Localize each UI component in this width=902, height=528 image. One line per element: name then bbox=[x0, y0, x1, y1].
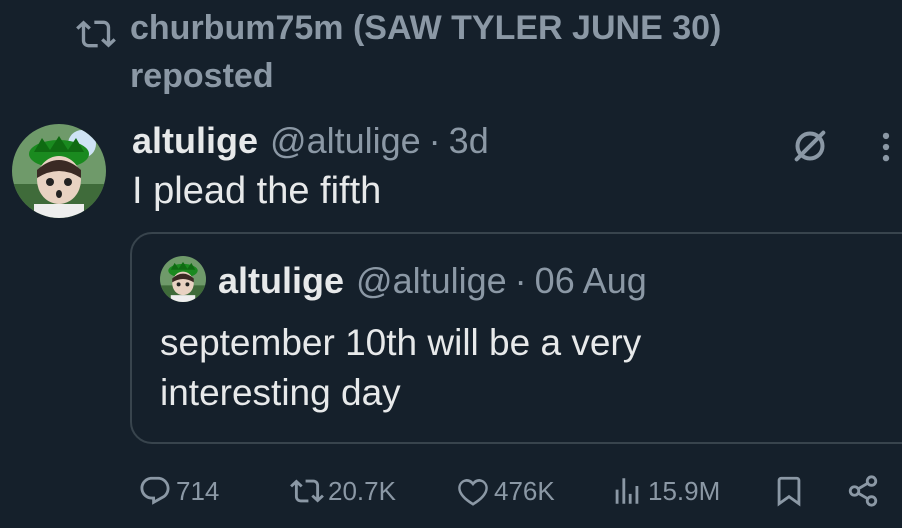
views-button[interactable]: 15.9M bbox=[610, 474, 720, 508]
view-count: 15.9M bbox=[648, 475, 721, 506]
more-icon[interactable] bbox=[872, 128, 900, 166]
views-icon bbox=[615, 478, 639, 504]
repost-count: 20.7K bbox=[328, 475, 396, 506]
share-icon bbox=[848, 475, 878, 507]
separator-dot: · bbox=[428, 120, 441, 161]
repost-header[interactable]: churbum75m (SAW TYLER JUNE 30) reposted bbox=[72, 4, 830, 100]
tweet-text: I plead the fifth bbox=[132, 170, 382, 212]
like-count: 476K bbox=[494, 475, 555, 506]
like-icon bbox=[458, 478, 488, 506]
timestamp[interactable]: 3d bbox=[449, 118, 489, 164]
avatar[interactable] bbox=[160, 256, 206, 302]
avatar-image bbox=[12, 124, 106, 218]
separator-dot: · bbox=[514, 260, 527, 301]
user-handle[interactable]: @altulige bbox=[270, 118, 421, 164]
reply-button[interactable]: 714 bbox=[138, 474, 219, 508]
repost-button[interactable]: 20.7K bbox=[290, 474, 396, 508]
display-name[interactable]: altulige bbox=[132, 118, 258, 164]
avatar-image bbox=[160, 256, 206, 302]
reply-count: 714 bbox=[176, 475, 220, 506]
quoted-tweet-text: september 10th will be a very interestin… bbox=[160, 322, 642, 413]
repost-text: churbum75m (SAW TYLER JUNE 30) reposted bbox=[130, 9, 722, 95]
quoted-tweet[interactable]: altulige @altulige · 06 Aug september 10… bbox=[130, 232, 902, 444]
quoted-tweet-header: altulige @altulige · 06 Aug bbox=[218, 258, 647, 304]
share-button[interactable] bbox=[846, 474, 884, 508]
repost-icon bbox=[76, 20, 116, 48]
reply-icon bbox=[140, 476, 170, 505]
grok-icon[interactable] bbox=[790, 126, 830, 166]
like-button[interactable]: 476K bbox=[456, 474, 555, 508]
timestamp: 06 Aug bbox=[534, 260, 647, 301]
bookmark-icon bbox=[777, 476, 801, 507]
action-bar: 714 20.7K 476K 15.9M bbox=[0, 466, 902, 516]
user-handle: @altulige bbox=[356, 260, 507, 301]
tweet-header: altulige @altulige · 3d bbox=[132, 118, 489, 164]
repost-icon bbox=[290, 479, 324, 503]
display-name: altulige bbox=[218, 260, 345, 301]
avatar[interactable] bbox=[12, 124, 106, 218]
bookmark-button[interactable] bbox=[772, 474, 810, 508]
